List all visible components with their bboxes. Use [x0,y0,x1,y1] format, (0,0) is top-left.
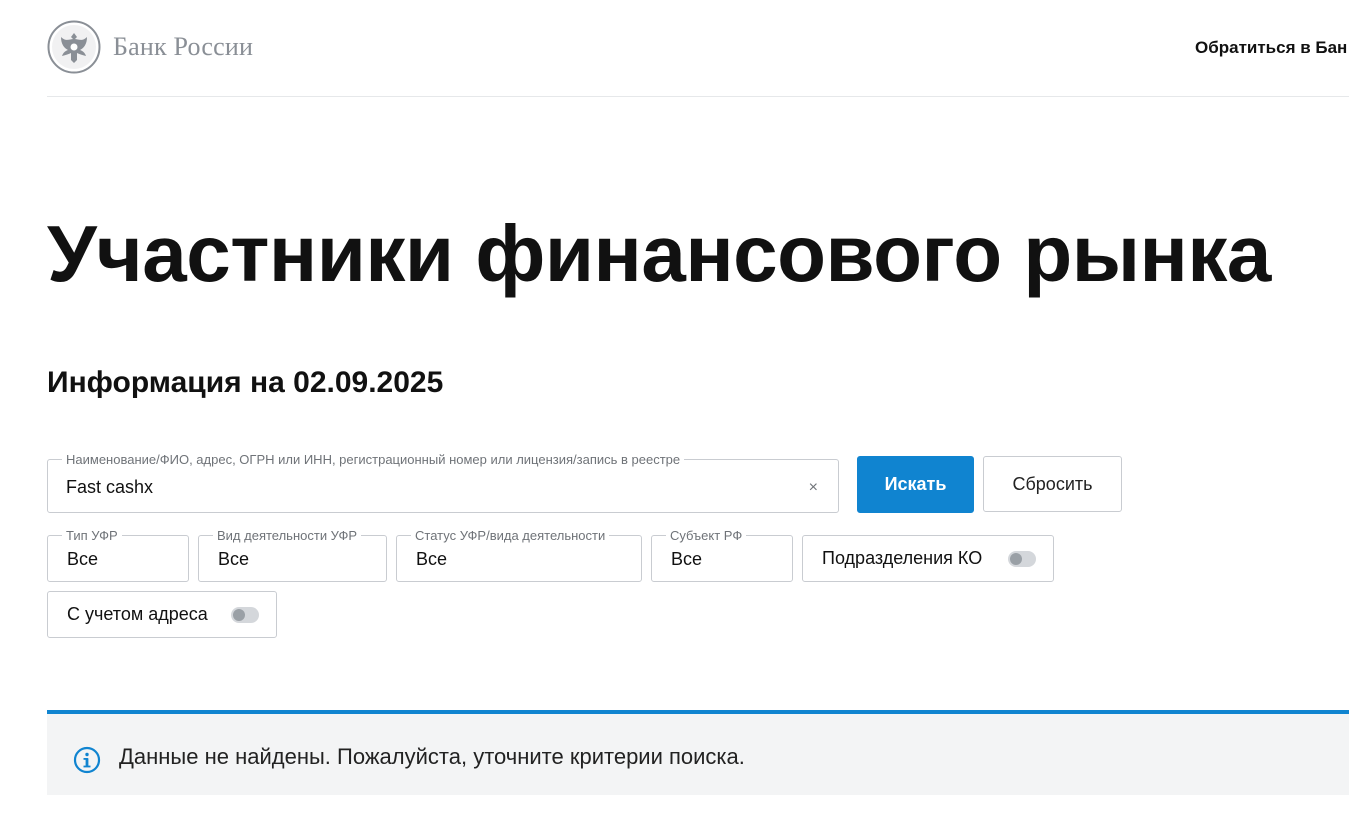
region-filter-label: Субъект РФ [666,528,747,543]
type-filter-value: Все [67,549,99,569]
info-icon [73,746,101,774]
eagle-emblem-icon [47,20,101,74]
search-input[interactable] [66,476,766,498]
search-button[interactable]: Искать [857,456,974,513]
status-filter-label: Статус УФР/вида деятельности [411,528,610,543]
search-field-label: Наименование/ФИО, адрес, ОГРН или ИНН, р… [62,452,685,467]
address-toggle-label: С учетом адреса [67,604,208,624]
site-header: Банк России Обратиться в Бан [47,0,1349,97]
region-filter[interactable]: Субъект РФ Все [651,528,793,582]
address-toggle[interactable]: С учетом адреса [47,591,277,638]
branches-toggle[interactable]: Подразделения КО [802,535,1054,582]
activity-filter-label: Вид деятельности УФР [213,528,362,543]
branches-switch[interactable] [1008,551,1036,567]
reset-button[interactable]: Сбросить [983,456,1122,512]
region-filter-value: Все [671,549,703,569]
type-filter-label: Тип УФР [62,528,122,543]
switch-knob [233,609,245,621]
bank-logo[interactable]: Банк России [47,20,253,74]
clear-search-icon[interactable]: × [809,479,818,497]
page-title: Участники финансового рынка [47,209,1271,298]
logo-text: Банк России [113,32,254,61]
activity-filter-value: Все [218,549,250,569]
notice-text: Данные не найдены. Пожалуйста, уточните … [119,744,745,769]
status-filter-value: Все [416,549,448,569]
contact-bank-link[interactable]: Обратиться в Бан [1195,38,1347,58]
status-filter[interactable]: Статус УФР/вида деятельности Все [396,528,642,582]
no-results-notice: Данные не найдены. Пожалуйста, уточните … [47,710,1349,795]
activity-filter[interactable]: Вид деятельности УФР Все [198,528,387,582]
address-switch[interactable] [231,607,259,623]
info-date-heading: Информация на 02.09.2025 [47,366,444,399]
type-filter[interactable]: Тип УФР Все [47,528,189,582]
switch-knob [1010,553,1022,565]
search-field[interactable]: Наименование/ФИО, адрес, ОГРН или ИНН, р… [47,452,839,513]
branches-toggle-label: Подразделения КО [822,548,983,568]
